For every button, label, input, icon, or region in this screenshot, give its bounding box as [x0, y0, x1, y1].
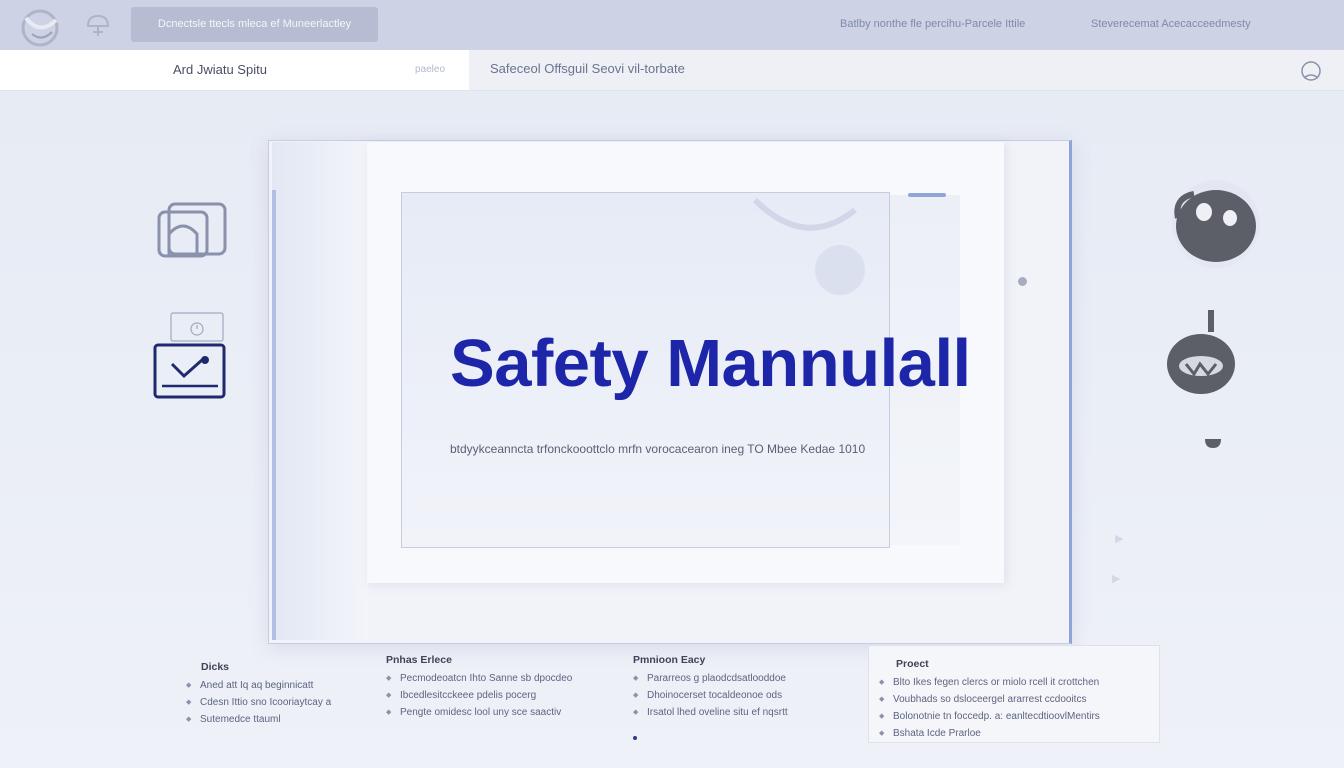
cloud-icon[interactable]	[84, 12, 112, 38]
info-column-phase: Pnhas Erlece Pecmodeoatcn Ihto Sanne sb …	[386, 654, 572, 724]
safety-mask-icon	[1167, 310, 1235, 394]
viewer-edge	[272, 190, 276, 640]
document-toolbar: Ard Jwiatu Spitu paeleo Safeceol Offsgui…	[0, 50, 1344, 91]
list-item[interactable]: Voubhads so dsloceergel ararrest ccdooit…	[879, 694, 1159, 706]
list-item[interactable]: Cdesn Ittio sno Icooriaytcay a	[186, 697, 331, 709]
info-column-emission: Pmnioon Eacy Pararreos g plaodcdsatloodd…	[633, 654, 788, 724]
clock-icon	[170, 312, 224, 342]
list-item[interactable]: Bolonotnie tn foccedp. a: eanltecdtioovl…	[879, 711, 1159, 723]
column-heading: Pnhas Erlece	[386, 654, 452, 666]
list-item[interactable]: Blto Ikes fegen clercs or miolo rcell it…	[879, 677, 1159, 689]
pagination-dot[interactable]	[633, 736, 637, 740]
column-heading: Dicks	[201, 661, 230, 673]
list-item[interactable]: Pecmodeoatcn Ihto Sanne sb dpocdeo	[386, 673, 572, 685]
watermark-icon	[752, 197, 865, 295]
active-document-tab[interactable]: Dcnectsle ttecls mleca ef Muneerlactley	[131, 7, 378, 42]
play-icon: ▶	[1115, 533, 1124, 545]
checklist-icon[interactable]	[152, 340, 228, 400]
info-column-project: Proect Blto Ikes fegen clercs or miolo r…	[868, 645, 1160, 743]
document-name: Safeceol Offsguil Seovi vil-torbate	[490, 61, 685, 76]
list-item[interactable]: Sutemedce ttauml	[186, 714, 331, 726]
document-title: Safety Mannulall	[450, 326, 971, 401]
indicator-dot-icon	[1205, 439, 1221, 448]
toolbar-left-panel: Ard Jwiatu Spitu paeleo	[0, 50, 469, 90]
support-avatar-icon[interactable]	[1164, 178, 1264, 274]
app-logo-icon[interactable]	[18, 8, 62, 48]
top-bar: Dcnectsle ttecls mleca ef Muneerlactley …	[0, 0, 1344, 50]
page-scroll-indicator[interactable]	[908, 193, 946, 197]
list-item[interactable]: Pararreos g plaodcdsatlooddoe	[633, 673, 788, 685]
workspace-title: Ard Jwiatu Spitu	[173, 62, 267, 77]
user-icon[interactable]	[1298, 60, 1324, 82]
list-item[interactable]: Dhoinocerset tocaldeonoe ods	[633, 690, 788, 702]
list-item[interactable]: Irsatol lhed oveline situ ef nqsrtt	[633, 707, 788, 719]
viewer-handle[interactable]	[1018, 277, 1027, 286]
list-item[interactable]: Aned att Iq aq beginnicatt	[186, 680, 331, 692]
top-nav-link[interactable]: Steverecemat Acecacceedmesty	[1091, 18, 1251, 30]
viewer-spine	[272, 142, 368, 640]
play-icon: ▶	[1112, 573, 1121, 585]
list-item[interactable]: Bshata Icde Prarloe	[879, 728, 1159, 740]
toolbar-tab[interactable]: paeleo	[415, 64, 445, 75]
document-subtitle: btdyykceanncta trfonckooottclo mrfn voro…	[450, 442, 866, 456]
top-nav-link[interactable]: Batlby nonthe fle percihu-Parcele Ittile	[840, 18, 1025, 30]
list-item[interactable]: Ibcedlesitcckeee pdelis pocerg	[386, 690, 572, 702]
list-item[interactable]: Pengte omidesc lool uny sce saactiv	[386, 707, 572, 719]
gallery-icon[interactable]	[155, 200, 229, 258]
info-column-docs: Dicks Aned att Iq aq beginnicatt Cdesn I…	[186, 661, 331, 731]
column-heading: Pmnioon Eacy	[633, 654, 706, 666]
column-heading: Proect	[896, 658, 929, 670]
